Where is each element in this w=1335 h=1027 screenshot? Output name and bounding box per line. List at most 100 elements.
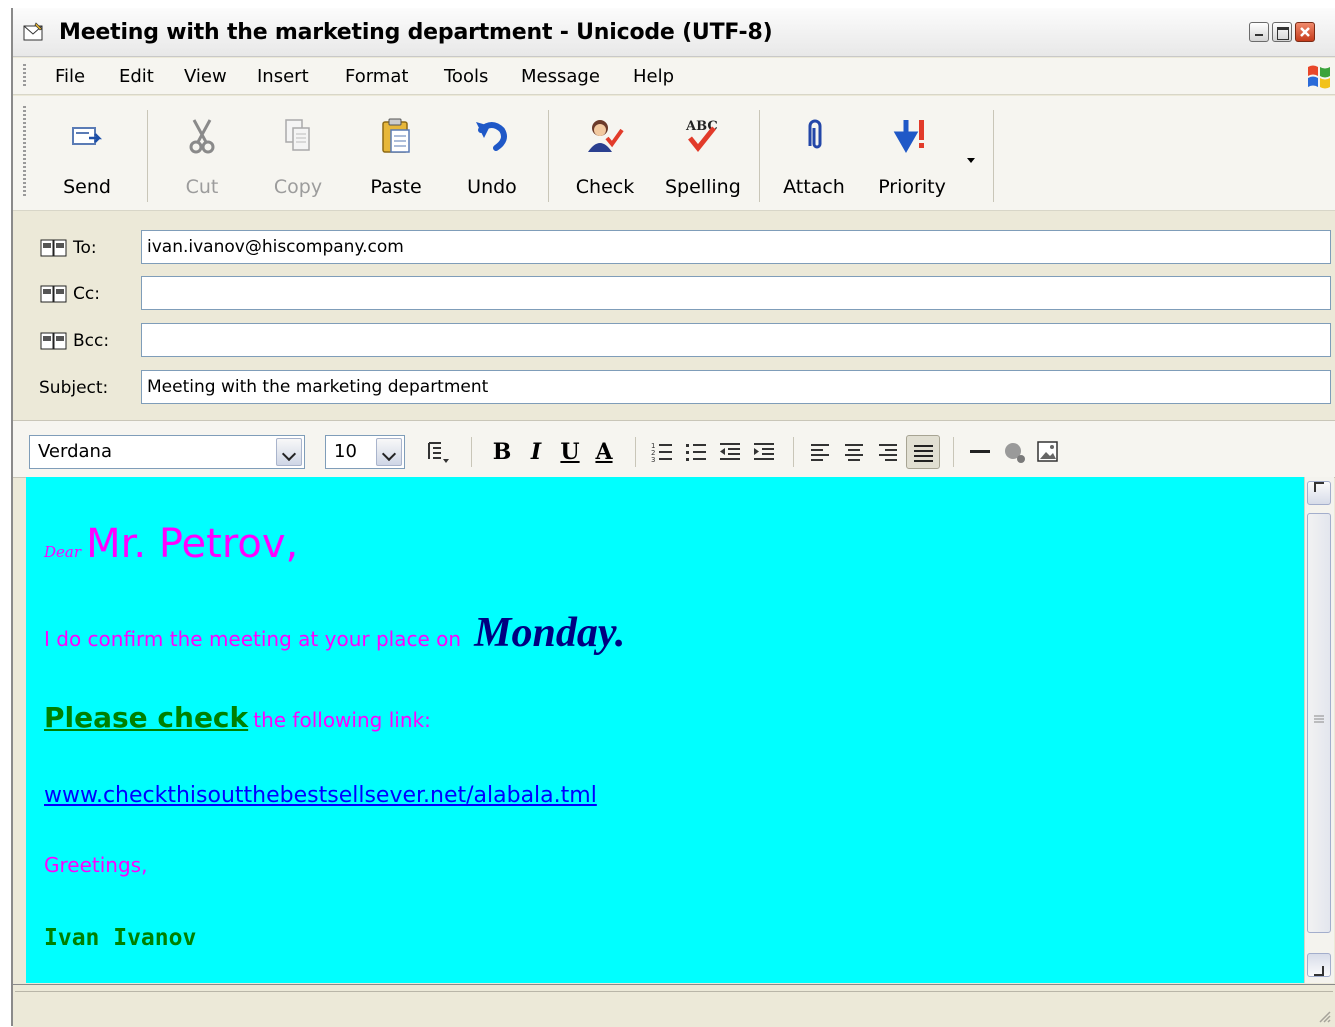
- paste-button[interactable]: Paste: [360, 110, 432, 198]
- address-book-icon[interactable]: [40, 239, 68, 257]
- font-size-select[interactable]: 10: [325, 435, 405, 469]
- toolbar-separator: [759, 110, 760, 202]
- attach-label: Attach: [783, 176, 845, 198]
- decrease-indent-button[interactable]: [713, 435, 747, 469]
- priority-icon: [893, 120, 924, 154]
- justify-button[interactable]: [906, 435, 940, 469]
- menu-file[interactable]: File: [55, 66, 85, 87]
- menu-message[interactable]: Message: [521, 66, 600, 87]
- greeting-dear: Dear: [44, 543, 82, 561]
- subject-field[interactable]: Meeting with the marketing department: [141, 370, 1331, 404]
- send-button[interactable]: Send: [51, 110, 123, 198]
- align-left-button[interactable]: [803, 435, 837, 469]
- hyperlink-button[interactable]: [997, 435, 1031, 469]
- grip-icon: [1314, 715, 1324, 723]
- window-title: Meeting with the marketing department - …: [59, 20, 773, 45]
- horizontal-line-icon: [970, 450, 990, 453]
- status-panel: [15, 991, 1333, 1023]
- menu-edit[interactable]: Edit: [119, 66, 154, 87]
- bcc-label: Bcc:: [73, 331, 110, 351]
- paste-icon: [382, 118, 410, 153]
- spelling-label: Spelling: [665, 176, 741, 198]
- scroll-down-button[interactable]: [1307, 953, 1331, 977]
- horizontal-line-button[interactable]: [963, 435, 997, 469]
- scroll-thumb[interactable]: [1307, 513, 1331, 933]
- cc-field[interactable]: [141, 276, 1331, 310]
- globe-link-icon: [1005, 443, 1025, 463]
- cc-row: Cc:: [13, 276, 1335, 312]
- paragraph-style-button[interactable]: [421, 435, 455, 469]
- menu-grip[interactable]: [23, 64, 26, 88]
- check-line: Please check the following link:: [44, 701, 431, 734]
- body-link[interactable]: www.checkthisoutthebestsellsever.net/ala…: [44, 783, 597, 808]
- spelling-button[interactable]: ABC Spelling: [665, 110, 741, 198]
- cut-button[interactable]: Cut: [166, 110, 238, 198]
- cc-label: Cc:: [73, 284, 100, 304]
- insert-picture-button[interactable]: [1031, 435, 1065, 469]
- close-button[interactable]: [1295, 22, 1315, 42]
- paragraph-style-icon: [428, 442, 449, 463]
- menu-view[interactable]: View: [184, 66, 227, 87]
- check-button[interactable]: Check: [569, 110, 641, 198]
- message-header: To: ivan.ivanov@hiscompany.com Cc: Bcc: …: [13, 212, 1335, 418]
- send-label: Send: [63, 176, 111, 198]
- send-icon: [72, 127, 103, 145]
- copy-button[interactable]: Copy: [262, 110, 334, 198]
- spelling-icon: ABC: [685, 119, 718, 153]
- format-separator: [953, 437, 954, 467]
- maximize-icon: [1277, 27, 1289, 40]
- font-size-value: 10: [334, 441, 357, 462]
- attach-button[interactable]: Attach: [778, 110, 850, 198]
- body-scrollbar[interactable]: [1304, 477, 1334, 983]
- font-color-button[interactable]: A: [587, 435, 621, 469]
- numbered-list-icon: 123: [651, 442, 672, 464]
- resize-grip-icon[interactable]: [1317, 1009, 1331, 1023]
- address-book-icon[interactable]: [40, 332, 68, 350]
- align-right-button[interactable]: [871, 435, 905, 469]
- numbered-list-button[interactable]: 123: [645, 435, 679, 469]
- bulleted-list-button[interactable]: [679, 435, 713, 469]
- format-separator: [793, 437, 794, 467]
- priority-button[interactable]: Priority: [876, 110, 948, 198]
- bcc-field[interactable]: [141, 323, 1331, 357]
- minimize-icon: [1255, 34, 1263, 36]
- align-center-button[interactable]: [837, 435, 871, 469]
- justify-icon: [914, 445, 933, 462]
- address-book-icon[interactable]: [40, 285, 68, 303]
- underline-button[interactable]: U: [553, 435, 587, 469]
- picture-icon: [1037, 441, 1058, 462]
- decrease-indent-icon: [720, 443, 740, 460]
- font-dropdown-button[interactable]: [276, 438, 302, 466]
- minimize-button[interactable]: [1249, 22, 1269, 42]
- check-label: Check: [575, 176, 635, 198]
- undo-icon: [476, 122, 507, 151]
- toolbar-separator: [993, 110, 994, 202]
- check-emphasis: Please check: [44, 701, 249, 734]
- priority-label: Priority: [878, 176, 946, 198]
- confirm-text: I do confirm the meeting at your place o…: [44, 627, 462, 651]
- undo-button[interactable]: Undo: [456, 110, 528, 198]
- subject-label: Subject:: [39, 378, 109, 398]
- title-bar[interactable]: Meeting with the marketing department - …: [13, 8, 1335, 57]
- formatting-toolbar: Verdana 10 B I U A 123: [13, 420, 1335, 478]
- font-name-select[interactable]: Verdana: [29, 435, 305, 469]
- menu-tools[interactable]: Tools: [444, 66, 488, 87]
- maximize-button[interactable]: [1272, 22, 1292, 42]
- menu-bar: File Edit View Insert Format Tools Messa…: [13, 58, 1335, 95]
- to-field[interactable]: ivan.ivanov@hiscompany.com: [141, 230, 1331, 264]
- signature-text: Ivan Ivanov: [44, 925, 197, 951]
- italic-button[interactable]: I: [519, 435, 553, 469]
- svg-text:3: 3: [651, 456, 655, 464]
- scroll-up-button[interactable]: [1307, 481, 1331, 505]
- priority-dropdown-icon[interactable]: [966, 156, 976, 164]
- message-body[interactable]: Dear Mr. Petrov, I do confirm the meetin…: [26, 477, 1304, 983]
- menu-help[interactable]: Help: [633, 66, 674, 87]
- size-dropdown-button[interactable]: [376, 438, 402, 466]
- bold-button[interactable]: B: [485, 435, 519, 469]
- menu-insert[interactable]: Insert: [257, 66, 309, 87]
- increase-indent-button[interactable]: [747, 435, 781, 469]
- copy-icon: [285, 119, 310, 151]
- toolbar-grip[interactable]: [23, 106, 26, 198]
- greeting-name: Mr. Petrov,: [86, 521, 299, 567]
- menu-format[interactable]: Format: [345, 66, 408, 87]
